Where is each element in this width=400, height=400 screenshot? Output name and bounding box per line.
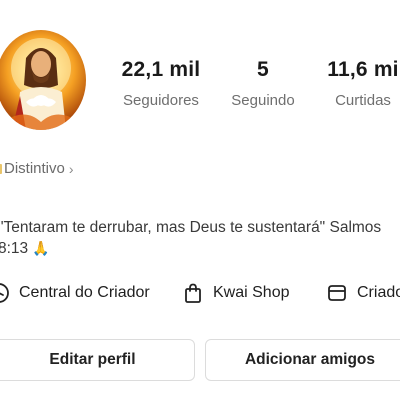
bio-line-1: "Tentaram te derrubar, mas Deus te suste… — [0, 219, 382, 236]
creator-center-link[interactable]: Central do Criador — [0, 282, 150, 304]
kwai-shop-label: Kwai Shop — [213, 284, 290, 301]
creator-tools-link[interactable]: Criado — [326, 282, 400, 304]
creator-center-label: Central do Criador — [19, 284, 150, 301]
creator-tools-icon — [328, 285, 346, 301]
following-label: Seguindo — [231, 92, 295, 109]
kwai-shop-link[interactable]: Kwai Shop — [182, 282, 290, 304]
praying-hands-icon: 🙏 — [32, 240, 50, 256]
profile-avatar[interactable] — [0, 30, 86, 130]
badge-icon — [0, 163, 2, 174]
creator-center-icon — [0, 283, 9, 303]
likes-count: 11,6 mi — [327, 58, 399, 81]
followers-count: 22,1 mil — [121, 58, 201, 81]
edit-profile-button[interactable]: Editar perfil — [0, 339, 195, 381]
badge-label: Distintivo — [4, 160, 65, 177]
following-count: 5 — [257, 58, 269, 81]
add-friends-button[interactable]: Adicionar amigos — [205, 339, 400, 381]
following-stat[interactable]: 5 Seguindo — [222, 58, 304, 109]
profile-bio: "Tentaram te derrubar, mas Deus te suste… — [0, 218, 400, 259]
chevron-right-icon: › — [68, 160, 74, 177]
quick-links: Central do Criador Kwai Shop Criado — [0, 282, 400, 304]
likes-stat[interactable]: 11,6 mi Curtidas — [310, 58, 400, 109]
followers-label: Seguidores — [123, 92, 199, 109]
creator-tools-label: Criado — [357, 284, 400, 301]
bio-line-2: 8:13 — [0, 240, 29, 257]
badge-link[interactable]: Distintivo › — [0, 160, 74, 177]
shopping-bag-icon — [185, 283, 201, 303]
followers-stat[interactable]: 22,1 mil Seguidores — [108, 58, 214, 109]
likes-label: Curtidas — [335, 92, 391, 109]
